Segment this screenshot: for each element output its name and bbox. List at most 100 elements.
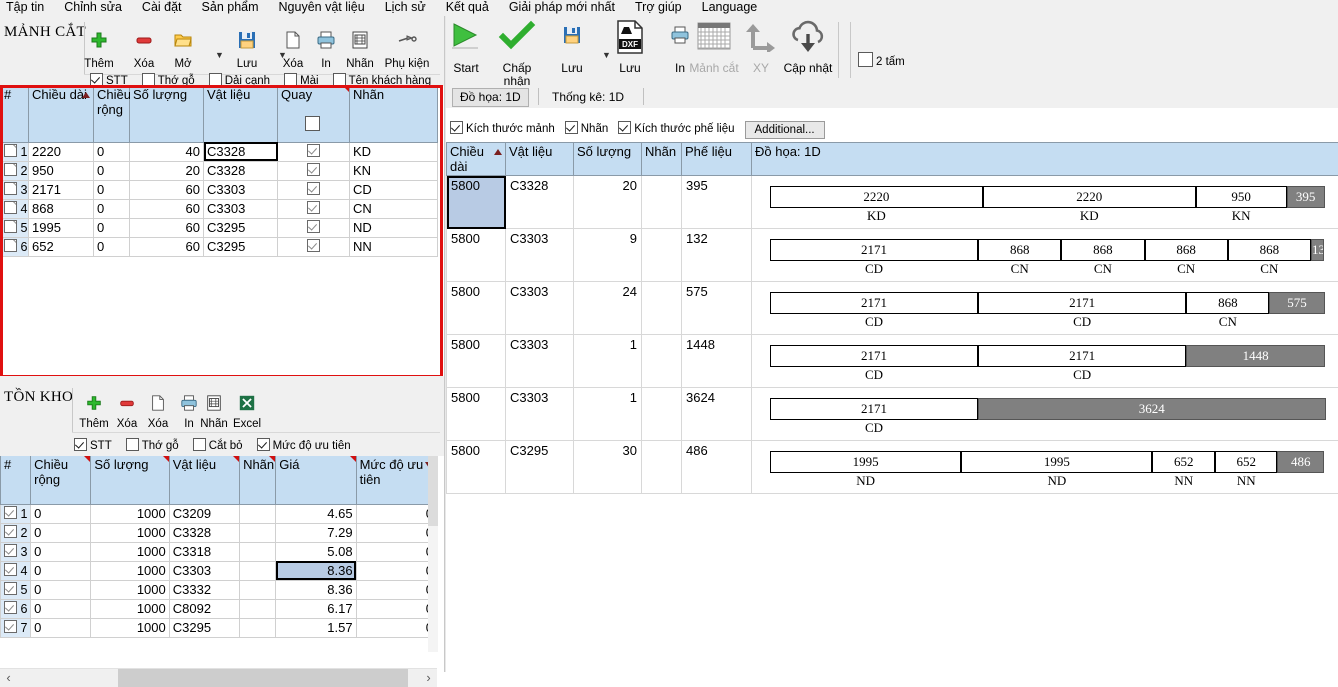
diagram-checkbox-kich-thuoc-manh[interactable]: Kích thước mảnh	[450, 121, 555, 135]
checkbox-icon[interactable]	[193, 438, 206, 451]
cell-material[interactable]: C3332	[169, 580, 239, 599]
cell-label[interactable]: NN	[350, 237, 438, 256]
waste-segment[interactable]: 575	[1269, 292, 1324, 314]
checkbox-icon[interactable]	[142, 73, 155, 86]
checkbox-icon[interactable]	[565, 121, 578, 134]
cell-quantity[interactable]: 30	[574, 441, 642, 494]
checkbox-icon[interactable]	[333, 73, 346, 86]
cell-width[interactable]: 0	[31, 580, 91, 599]
column-header-chieu-dai[interactable]: Chiều dài	[447, 143, 506, 176]
cell-price[interactable]: 7.29	[276, 523, 356, 542]
cell-label[interactable]	[642, 335, 682, 388]
checkbox-icon[interactable]	[858, 52, 873, 67]
menu-item-ket-qua[interactable]: Kết quả	[436, 0, 499, 15]
row-selector[interactable]: 6	[1, 237, 29, 256]
parts-luu-button-3[interactable]: Lưu	[224, 30, 270, 70]
cell-waste[interactable]: 575	[682, 282, 752, 335]
cell-waste[interactable]: 395	[682, 176, 752, 229]
row-checkbox-icon[interactable]	[4, 239, 17, 252]
table-row[interactable]: 1 2220 0 40 C3328 KD	[1, 142, 438, 161]
cell-material[interactable]: C3328	[169, 523, 239, 542]
cell-diagram[interactable]: 22202220950395 KDKDKN	[752, 176, 1338, 229]
tab-thong-ke-1d[interactable]: Thống kê: 1D	[544, 88, 632, 107]
row-selector[interactable]: 1	[1, 142, 29, 161]
cell-width[interactable]: 0	[31, 561, 91, 580]
cell-quantity[interactable]: 40	[130, 142, 204, 161]
cell-label[interactable]: ND	[350, 218, 438, 237]
cell-label[interactable]	[642, 388, 682, 441]
cell-label[interactable]: KN	[350, 161, 438, 180]
cell-material[interactable]: C3328	[506, 176, 574, 229]
checkbox-icon[interactable]	[257, 438, 270, 451]
cell-quantity[interactable]: 1000	[91, 523, 169, 542]
result-luu-button-3[interactable]: DXF Lưu	[602, 20, 658, 75]
part-segment[interactable]: 2171	[770, 398, 978, 420]
cell-material[interactable]: C3318	[169, 542, 239, 561]
cell-priority[interactable]: 0	[356, 580, 436, 599]
menu-item-cai-dat[interactable]: Cài đặt	[132, 0, 192, 15]
cell-waste[interactable]: 132	[682, 229, 752, 282]
checkbox-icon[interactable]	[126, 438, 139, 451]
table-row[interactable]: 2 0 1000 C3328 7.29 0	[1, 523, 437, 542]
table-row[interactable]: 5 0 1000 C3332 8.36 0	[1, 580, 437, 599]
parts-options-row[interactable]: STT Thớ gỗ Dải cạnh Mài Tên khách hàng	[90, 73, 445, 87]
rotate-checkbox-icon[interactable]	[307, 220, 320, 233]
cell-label[interactable]	[642, 282, 682, 335]
cell-material[interactable]: C3303	[506, 282, 574, 335]
cell-width[interactable]: 0	[94, 180, 130, 199]
row-selector[interactable]: 4	[1, 199, 29, 218]
scrollbar-thumb[interactable]	[428, 456, 438, 526]
cell-diagram[interactable]: 217121711448 CDCD	[752, 335, 1338, 388]
checkbox-icon[interactable]	[74, 438, 87, 451]
row-selector[interactable]: 1	[1, 504, 31, 523]
column-header-chieu-rong[interactable]: Chiều rộng	[31, 456, 91, 504]
cell-material[interactable]: C3295	[204, 218, 278, 237]
part-segment[interactable]: 2171	[978, 345, 1186, 367]
row-checkbox-icon[interactable]	[4, 525, 17, 538]
column-header-index[interactable]: #	[1, 86, 29, 142]
cell-label[interactable]: CD	[350, 180, 438, 199]
part-segment[interactable]: 2171	[770, 345, 978, 367]
table-row[interactable]: 3 0 1000 C3318 5.08 0	[1, 542, 437, 561]
row-selector[interactable]: 5	[1, 580, 31, 599]
table-row[interactable]: 5800 C3328 20 395 22202220950395 KDKDKN	[447, 176, 1338, 229]
cell-waste[interactable]: 1448	[682, 335, 752, 388]
cell-label[interactable]	[240, 523, 276, 542]
table-row[interactable]: 6 652 0 60 C3295 NN	[1, 237, 438, 256]
parts-phu-kien-button-7[interactable]: Phụ kiện	[384, 30, 430, 70]
cell-price[interactable]: 1.57	[276, 618, 356, 637]
parts-checkbox-stt[interactable]: STT	[90, 73, 128, 87]
cell-material[interactable]: C3303	[204, 180, 278, 199]
diagram-options-row[interactable]: Kích thước mảnh Nhãn Kích thước phế liệu…	[450, 121, 1338, 143]
cell-quantity[interactable]: 1	[574, 388, 642, 441]
column-header-nhan[interactable]: Nhãn	[240, 456, 276, 504]
column-header-nhan[interactable]: Nhãn	[642, 143, 682, 176]
cell-quantity[interactable]: 60	[130, 218, 204, 237]
cell-quantity[interactable]: 60	[130, 199, 204, 218]
row-selector[interactable]: 2	[1, 523, 31, 542]
part-segment[interactable]: 652	[1215, 451, 1278, 473]
cell-waste[interactable]: 3624	[682, 388, 752, 441]
two-sheets-checkbox[interactable]: 2 tấm	[858, 52, 905, 68]
cell-quantity[interactable]: 60	[130, 180, 204, 199]
cell-length[interactable]: 1995	[29, 218, 94, 237]
cell-label[interactable]	[240, 561, 276, 580]
cell-material[interactable]: C3295	[204, 237, 278, 256]
cell-material[interactable]: C3303	[506, 229, 574, 282]
column-header-vat-lieu[interactable]: Vật liệu	[204, 86, 278, 142]
menu-item-language[interactable]: Language	[692, 0, 768, 15]
menu-item-san-pham[interactable]: Sản phẩm	[192, 0, 269, 15]
waste-segment[interactable]: 1448	[1186, 345, 1325, 367]
cell-width[interactable]: 0	[31, 618, 91, 637]
cell-rotate[interactable]	[278, 218, 350, 237]
stock-grid-vertical-scrollbar[interactable]	[428, 456, 438, 652]
cell-width[interactable]: 0	[31, 599, 91, 618]
parts-checkbox-tho-go[interactable]: Thớ gỗ	[142, 73, 195, 87]
cell-length[interactable]: 652	[29, 237, 94, 256]
column-header-index[interactable]: #	[1, 456, 31, 504]
part-segment[interactable]: 2171	[978, 292, 1186, 314]
cell-material[interactable]: C3328	[204, 161, 278, 180]
cell-quantity[interactable]: 1000	[91, 618, 169, 637]
cell-rotate[interactable]	[278, 199, 350, 218]
column-header-chieu-rong[interactable]: Chiều rộng	[94, 86, 130, 142]
